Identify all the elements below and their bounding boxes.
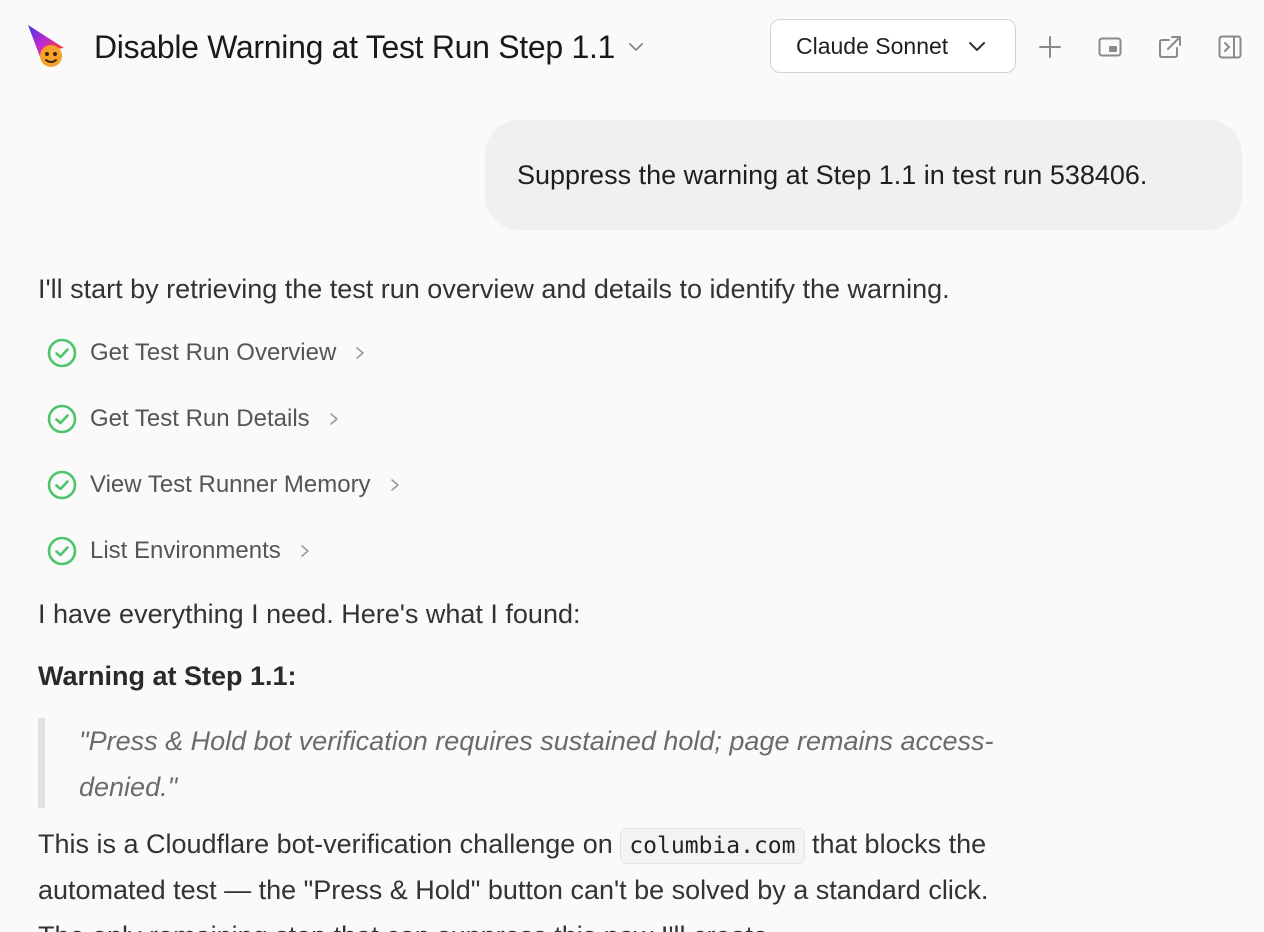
- chat-app: Disable Warning at Test Run Step 1.1 Cla…: [0, 0, 1264, 932]
- sidebar-panel-icon: [1218, 35, 1242, 59]
- conversation-title: Disable Warning at Test Run Step 1.1: [94, 28, 616, 65]
- inline-code-domain: columbia.com: [620, 828, 805, 864]
- explanation-line-1: This is a Cloudflare bot-verification ch…: [38, 828, 987, 864]
- assistant-found-text: I have everything I need. Here's what I …: [38, 599, 581, 629]
- new-chat-button[interactable]: [1036, 33, 1064, 61]
- warning-quote-line: denied.": [79, 772, 178, 802]
- model-select-label: Claude Sonnet: [796, 32, 949, 59]
- user-message-bubble: Suppress the warning at Step 1.1 in test…: [485, 120, 1242, 230]
- header: Disable Warning at Test Run Step 1.1 Cla…: [0, 0, 1264, 94]
- tool-call-label: List Environments: [90, 537, 281, 564]
- explanation-line-3: The only remaining step that can suppres…: [38, 921, 768, 932]
- chevron-down-icon: [627, 38, 645, 56]
- assistant-intro-text: I'll start by retrieving the test run ov…: [38, 274, 950, 304]
- check-circle-icon: [47, 470, 77, 500]
- check-circle-icon: [47, 404, 77, 434]
- model-select[interactable]: Claude Sonnet: [770, 19, 1016, 73]
- tool-call-label: Get Test Run Details: [90, 405, 310, 432]
- explanation-text: that blocks the: [812, 829, 987, 859]
- toggle-sidebar-button[interactable]: [1216, 33, 1244, 61]
- tool-call-item[interactable]: Get Test Run Overview: [46, 336, 368, 370]
- user-message-text: Suppress the warning at Step 1.1 in test…: [517, 159, 1148, 190]
- warning-quote-line: "Press & Hold bot verification requires …: [79, 726, 994, 756]
- plus-icon: [1039, 36, 1061, 58]
- tool-call-item[interactable]: List Environments: [46, 534, 313, 568]
- app-logo-icon: [24, 22, 68, 72]
- open-external-button[interactable]: [1156, 33, 1184, 61]
- conversation-title-button[interactable]: Disable Warning at Test Run Step 1.1: [94, 26, 645, 68]
- chevron-down-icon: [966, 35, 988, 57]
- warning-heading: Warning at Step 1.1:: [38, 661, 297, 691]
- external-link-icon: [1159, 36, 1181, 58]
- picture-in-picture-icon: [1098, 37, 1122, 57]
- tool-call-label: Get Test Run Overview: [90, 339, 337, 366]
- tool-call-item[interactable]: Get Test Run Details: [46, 402, 342, 436]
- explanation-text: This is a Cloudflare bot-verification ch…: [38, 829, 613, 859]
- chevron-right-icon: [300, 545, 309, 557]
- tool-call-item[interactable]: View Test Runner Memory: [46, 468, 403, 502]
- picture-in-picture-button[interactable]: [1096, 33, 1124, 61]
- check-circle-icon: [47, 338, 77, 368]
- explanation-line-2: automated test — the "Press & Hold" butt…: [38, 875, 989, 905]
- chevron-right-icon: [390, 479, 399, 491]
- check-circle-icon: [47, 536, 77, 566]
- warning-quote: "Press & Hold bot verification requires …: [38, 718, 1118, 808]
- chevron-right-icon: [329, 413, 338, 425]
- chevron-right-icon: [356, 347, 365, 359]
- tool-call-label: View Test Runner Memory: [90, 471, 371, 498]
